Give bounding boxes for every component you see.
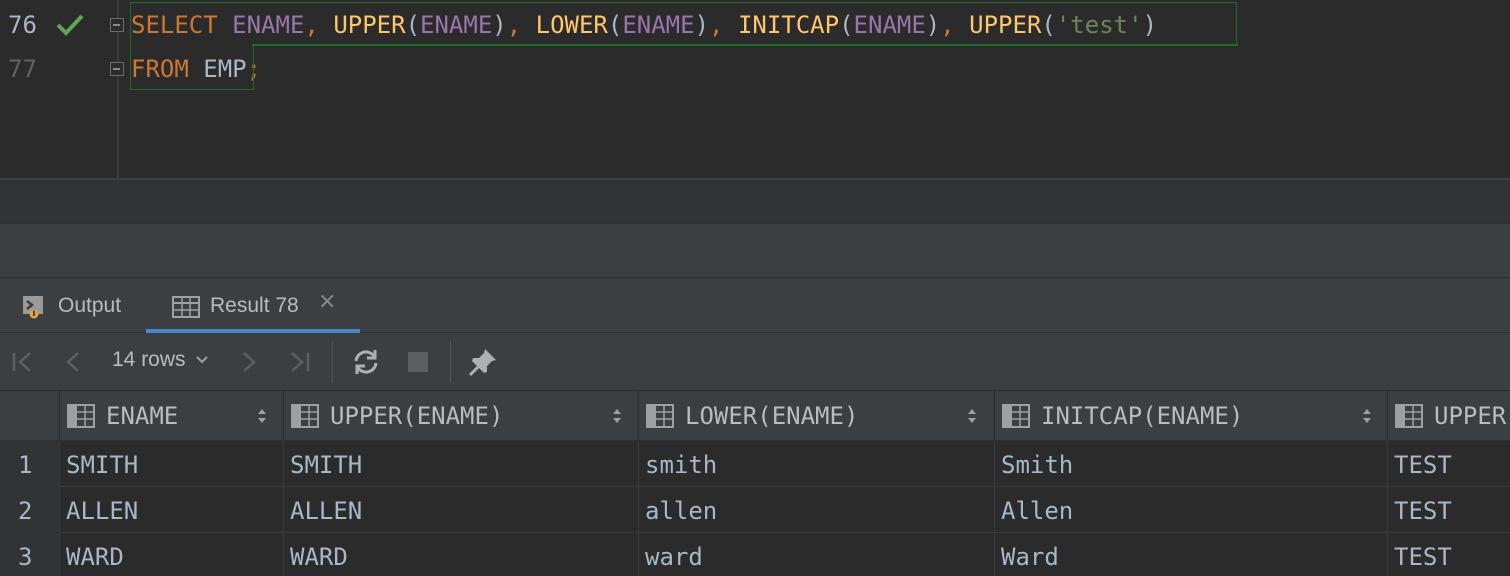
table-cell[interactable]: WARD — [284, 533, 639, 576]
table-cell[interactable]: ALLEN — [284, 487, 639, 533]
table-cell[interactable]: ALLEN — [60, 487, 284, 533]
grid-header: ENAME UPPER(ENAME) LOWER(ENAME) INITCAP(… — [0, 391, 1510, 441]
line-number: 77 — [8, 55, 37, 83]
statement-highlight — [252, 44, 1238, 46]
column-icon — [67, 404, 95, 428]
column-header-initcap-ename[interactable]: INITCAP(ENAME) — [995, 391, 1388, 441]
fold-marker-icon[interactable] — [110, 18, 124, 32]
column-header-lower-ename[interactable]: LOWER(ENAME) — [639, 391, 995, 441]
table-cell[interactable]: smith — [639, 441, 995, 487]
tab-label: Result 78 — [210, 294, 299, 317]
table-row[interactable]: 1 SMITH SMITH smith Smith TEST — [0, 441, 1510, 487]
table-cell[interactable]: Ward — [995, 533, 1388, 576]
close-icon[interactable]: × — [318, 291, 340, 313]
tab-output[interactable]: Output — [20, 278, 140, 333]
table-cell[interactable]: TEST — [1388, 487, 1510, 533]
column-header-label: ENAME — [106, 402, 179, 430]
first-page-icon[interactable] — [10, 347, 36, 377]
line-number: 76 — [8, 11, 37, 39]
column-header-label: INITCAP(ENAME) — [1041, 402, 1244, 430]
table-row[interactable]: 2 ALLEN ALLEN allen Allen TEST — [0, 487, 1510, 533]
table-cell[interactable]: TEST — [1388, 441, 1510, 487]
table-cell[interactable]: allen — [639, 487, 995, 533]
table-cell[interactable]: SMITH — [60, 441, 284, 487]
row-count-selector[interactable]: 14 rows — [112, 348, 209, 372]
tab-result[interactable]: Result 78 × — [146, 278, 360, 333]
column-icon — [1395, 404, 1423, 428]
pin-icon[interactable] — [468, 347, 498, 377]
console-icon — [23, 296, 43, 319]
table-row[interactable]: 3 WARD WARD ward Ward TEST — [0, 533, 1510, 576]
fold-marker-icon[interactable] — [110, 62, 124, 76]
row-number: 2 — [0, 487, 60, 533]
column-header-label: LOWER(ENAME) — [685, 402, 859, 430]
statement-highlight — [130, 2, 1237, 46]
column-header-upper-test[interactable]: UPPER — [1388, 391, 1510, 441]
sort-icon[interactable] — [256, 405, 268, 427]
sql-editor[interactable]: 76 SELECT ENAME, UPPER(ENAME), LOWER(ENA… — [0, 0, 1510, 180]
table-cell[interactable]: TEST — [1388, 533, 1510, 576]
check-icon — [56, 14, 84, 36]
result-toolbar: 14 rows — [0, 333, 1510, 391]
result-grid: ENAME UPPER(ENAME) LOWER(ENAME) INITCAP(… — [0, 391, 1510, 576]
table-cell[interactable]: Smith — [995, 441, 1388, 487]
result-tabs: Output Result 78 × — [0, 277, 1510, 333]
last-page-icon[interactable] — [286, 347, 312, 377]
toolbar-separator — [332, 341, 333, 383]
table-icon — [172, 296, 200, 318]
sort-icon[interactable] — [966, 405, 978, 427]
table-cell[interactable]: ward — [639, 533, 995, 576]
next-page-icon[interactable] — [236, 347, 262, 377]
toolbar-separator — [450, 341, 451, 383]
column-icon — [1002, 404, 1030, 428]
table-cell[interactable]: SMITH — [284, 441, 639, 487]
column-icon — [646, 404, 674, 428]
tab-label: Output — [58, 294, 122, 317]
row-number-header — [0, 391, 60, 441]
stop-icon[interactable] — [406, 347, 430, 377]
column-header-label: UPPER(ENAME) — [330, 402, 504, 430]
panel-header-area — [0, 223, 1510, 277]
sort-icon[interactable] — [1361, 405, 1373, 427]
column-header-ename[interactable]: ENAME — [60, 391, 284, 441]
column-header-upper-ename[interactable]: UPPER(ENAME) — [284, 391, 639, 441]
previous-page-icon[interactable] — [60, 347, 86, 377]
column-icon — [291, 404, 319, 428]
table-cell[interactable]: WARD — [60, 533, 284, 576]
column-header-label: UPPER — [1434, 402, 1507, 430]
sort-icon[interactable] — [611, 405, 623, 427]
table-cell[interactable]: Allen — [995, 487, 1388, 533]
chevron-down-icon — [196, 356, 209, 364]
refresh-icon[interactable] — [352, 347, 380, 377]
statement-highlight — [130, 45, 254, 90]
row-number: 3 — [0, 533, 60, 576]
splitter[interactable] — [0, 180, 1510, 223]
row-number: 1 — [0, 441, 60, 487]
